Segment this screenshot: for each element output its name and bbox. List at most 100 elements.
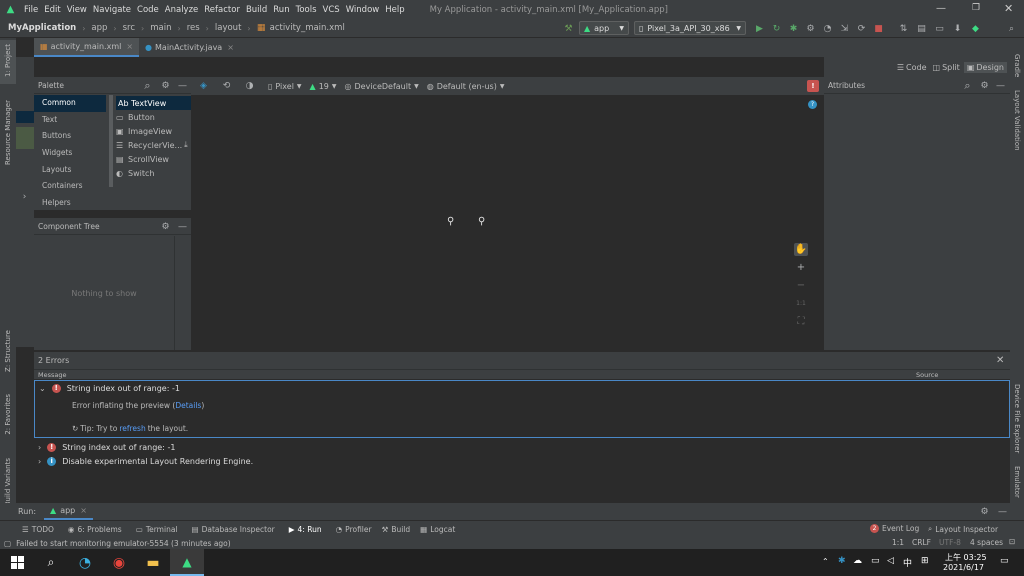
clock-date[interactable]: 2021/6/17 [943,563,984,572]
category-containers[interactable]: Containers [34,178,106,195]
android-device-icon[interactable]: ◆ [969,22,982,35]
breadcrumb-project[interactable]: MyApplication [8,23,76,33]
tool-problems[interactable]: ◉ 6: Problems [68,525,122,534]
pan-hand-icon[interactable]: ✋ [794,243,808,256]
category-common[interactable]: Common [34,95,106,112]
profile-icon[interactable]: ◔ [821,22,834,35]
gear-icon[interactable]: ⚙ [159,79,172,92]
render-error-icon[interactable]: ! [807,80,819,92]
design-canvas[interactable]: ? ⚲ ⚲ ✋ + − 1:1 ⛶ [191,95,824,350]
tool-terminal[interactable]: ▭ Terminal [136,525,178,534]
close-tab-icon[interactable]: × [227,43,234,52]
expand-arrow-icon[interactable]: › [18,190,31,203]
widget-scrollview[interactable]: ▤ ScrollView [116,152,191,166]
chevron-right-icon[interactable]: › [38,443,41,452]
tab-main-activity[interactable]: ● MainActivity.java × [139,38,240,57]
line-separator[interactable]: CRLF [912,538,931,547]
clock-time[interactable]: 上午 03:25 [945,552,987,563]
tool-resource-manager[interactable]: Resource Manager [4,100,12,165]
tool-layout-validation[interactable]: Layout Validation [1013,90,1021,151]
tool-structure[interactable]: Z: Structure [4,330,12,372]
chevron-right-icon[interactable]: › [38,457,41,466]
debug-icon[interactable]: ✱ [787,22,800,35]
widget-imageview[interactable]: ▣ ImageView [116,124,191,138]
category-buttons[interactable]: Buttons [34,128,106,145]
hide-icon[interactable]: — [176,79,189,92]
tool-project[interactable]: 1: Project [4,44,12,77]
tool-event-log[interactable]: 2 Event Log [870,524,919,533]
status-message[interactable]: Failed to start monitoring emulator-5554… [16,539,231,548]
rerun-icon[interactable]: ↻ [770,22,783,35]
run-icon[interactable]: ▶ [753,22,766,35]
expanded-error[interactable]: ⌄ ! String index out of range: -1 Error … [34,380,1010,438]
close-tab-icon[interactable]: × [126,42,133,51]
search-icon[interactable]: ⌕ [141,79,154,92]
edge-icon[interactable]: ◔ [68,549,102,576]
menu-run[interactable]: Run [273,5,289,15]
widget-switch[interactable]: ◐ Switch [116,166,191,180]
tool-database-inspector[interactable]: ▤ Database Inspector [192,525,275,534]
close-tab-icon[interactable]: × [80,506,87,515]
lock-icon[interactable]: ⊡ [1009,537,1015,546]
menu-navigate[interactable]: Navigate [93,5,131,15]
category-text[interactable]: Text [34,112,106,129]
menu-window[interactable]: Window [346,5,380,15]
tool-logcat[interactable]: ▦ Logcat [420,525,455,534]
sdk-manager-icon[interactable]: ⬇ [951,22,964,35]
search-icon[interactable]: ⌕ [34,549,68,576]
gear-icon[interactable]: ⚙ [978,505,991,518]
locale-select[interactable]: ◍ Default (en-us) ▼ [427,82,505,91]
windows-start-icon[interactable] [0,549,34,576]
menu-code[interactable]: Code [137,5,159,15]
device-select[interactable]: ▯ Pixel_3a_API_30_x86 ▼ [634,21,746,35]
hide-icon[interactable]: — [994,79,1007,92]
search-icon[interactable]: ⌕ [961,79,974,92]
widget-textview[interactable]: Ab TextView [116,96,191,110]
apply-changes-icon[interactable]: ⟳ [855,22,868,35]
menu-help[interactable]: Help [385,5,404,15]
details-link[interactable]: Details [175,401,201,410]
tool-device-file-explorer[interactable]: Device File Explorer [1013,384,1021,453]
category-helpers[interactable]: Helpers [34,195,106,212]
category-widgets[interactable]: Widgets [34,145,106,162]
close-window-button[interactable]: ✕ [1004,2,1013,15]
design-surface-icon[interactable]: ◈ [197,80,210,93]
tool-profiler[interactable]: ◔ Profiler [336,525,372,534]
refresh-link[interactable]: refresh [119,424,145,433]
tool-build-variants[interactable]: Build Variants [4,458,12,506]
project-structure-icon[interactable]: ▤ [915,22,928,35]
ime-mode-icon[interactable]: ⊞ [921,556,929,566]
file-encoding[interactable]: UTF-8 [939,538,961,547]
close-panel-icon[interactable]: ✕ [996,355,1004,366]
help-icon[interactable]: ? [808,100,817,109]
breadcrumb-main[interactable]: main [150,23,171,33]
network-icon[interactable]: ▭ [871,556,880,566]
error-row[interactable]: › ! String index out of range: -1 [38,441,175,453]
avd-manager-icon[interactable]: ▭ [933,22,946,35]
orientation-icon[interactable]: ⟲ [220,80,233,93]
menu-build[interactable]: Build [246,5,267,15]
indent-setting[interactable]: 4 spaces [970,538,1003,547]
maximize-button[interactable]: ❐ [972,3,980,13]
tool-todo[interactable]: ☰ TODO [22,525,54,534]
breadcrumb-res[interactable]: res [187,23,200,33]
tool-emulator[interactable]: Emulator [1013,466,1021,498]
tool-layout-inspector[interactable]: ⌕ Layout Inspector [928,524,998,534]
android-studio-taskbar-icon[interactable]: ▲ [170,549,204,576]
run-config-select[interactable]: ▲ app ▼ [579,21,629,35]
debug-app-icon[interactable]: ⚙ [804,22,817,35]
tray-chevron-icon[interactable]: ⌃ [822,557,829,566]
menu-view[interactable]: View [67,5,87,15]
stop-icon[interactable]: ■ [872,22,885,35]
info-row[interactable]: › i Disable experimental Layout Renderin… [38,455,253,467]
widget-button[interactable]: ▭ Button [116,110,191,124]
download-icon[interactable]: ⤓ [184,140,188,150]
notification-icon[interactable]: ▭ [1000,556,1009,566]
bluetooth-icon[interactable]: ✱ [838,556,846,566]
tool-gradle[interactable]: Gradle [1013,54,1021,77]
widget-recyclerview[interactable]: ☰ RecyclerVie... ⤓ [116,138,191,152]
onedrive-icon[interactable]: ☁ [853,556,862,566]
ime-indicator[interactable]: 中 [903,556,912,569]
zoom-in-icon[interactable]: + [794,261,808,274]
theme-select[interactable]: ◎ DeviceDefault ▼ [345,82,419,91]
